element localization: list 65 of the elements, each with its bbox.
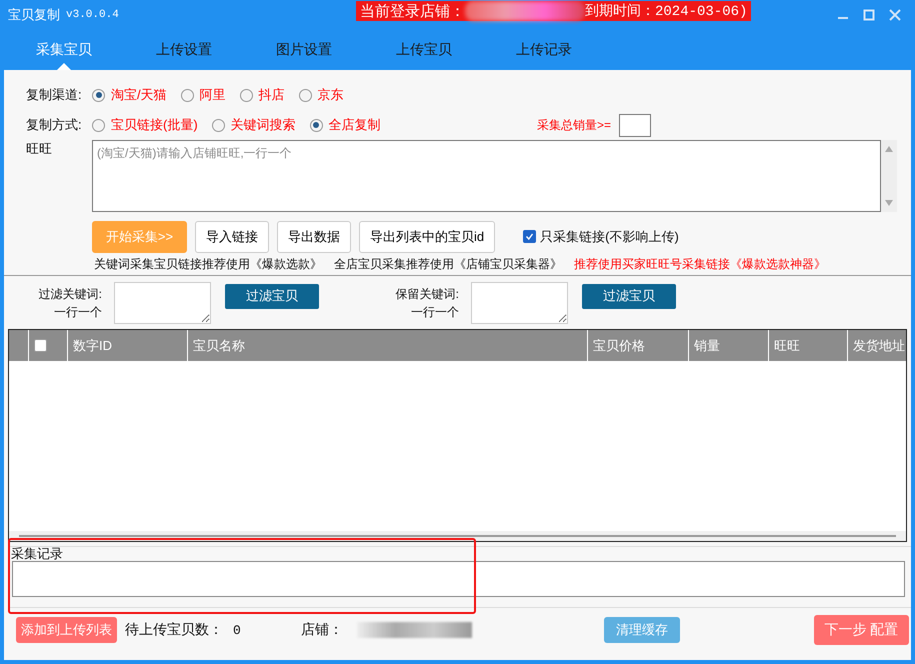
version-label: v3.0.0.4 [66, 9, 119, 21]
field-label: 采集总销量>= [536, 116, 611, 134]
option-label: 淘宝/天猫 [111, 86, 167, 104]
filter-label: 过滤关键词: [38, 286, 102, 302]
radio-button[interactable] [240, 88, 253, 102]
clear-button[interactable]: 清理缓存 [604, 617, 680, 643]
log-title: 采集记录 [11, 545, 64, 561]
filter-label: 保留关键词: [396, 286, 459, 302]
option-label: 宝贝链接(批量) [111, 116, 198, 134]
column-header[interactable]: 旺旺 [768, 330, 847, 361]
column-header[interactable]: 宝贝价格 [587, 330, 688, 361]
banner-label: 当前登录店铺： [360, 2, 465, 20]
action-button[interactable]: 开始采集>> [92, 220, 187, 252]
log-field[interactable] [12, 561, 905, 597]
horizontal-scrollbar[interactable] [9, 531, 906, 541]
action-button[interactable]: 导出数据 [277, 220, 351, 252]
keyword-field[interactable] [471, 282, 568, 324]
checkbox-label: 只采集链接(不影响上传) [540, 228, 679, 246]
radio-button[interactable] [298, 88, 312, 102]
column-header[interactable]: 销量 [688, 330, 768, 361]
field-label: 旺旺 [26, 140, 53, 158]
pending-label: 待上传宝贝数： [125, 621, 223, 639]
option-label: 关键词搜索 [230, 116, 296, 134]
checkbox[interactable] [523, 230, 536, 243]
radio-button[interactable] [212, 118, 225, 132]
field-label: 复制方式: [26, 116, 83, 134]
next-button[interactable]: 下一步 配置 [814, 615, 909, 645]
option-label: 阿里 [200, 86, 226, 104]
select-all-checkbox[interactable] [34, 339, 47, 352]
store-label: 店铺： [300, 621, 343, 639]
option-label: 抖店 [258, 86, 285, 104]
expiry-label: 到期时间：2024-03-06) [585, 2, 748, 20]
radio-button[interactable] [92, 118, 105, 132]
number-field[interactable] [619, 114, 651, 136]
hint-text: 推荐使用买家旺旺号采集链接《爆款选款神器》 [574, 256, 826, 272]
column-header[interactable]: 宝贝名称 [187, 330, 587, 361]
hint-text: 全店宝贝采集推荐使用《店铺宝贝采集器》 [334, 256, 562, 272]
filter-button[interactable]: 过滤宝贝 [582, 284, 676, 308]
hint-text: 关键词采集宝贝链接推荐使用《爆款选款》 [94, 256, 322, 272]
maximize-icon[interactable] [863, 9, 875, 21]
tab[interactable]: 图片设置 [244, 30, 364, 70]
filter-hint: 一行一个 [54, 304, 102, 320]
wangwang-field[interactable]: (淘宝/天猫)请输入店铺旺旺,一行一个 [92, 140, 881, 212]
close-icon[interactable] [889, 9, 901, 21]
field-label: 复制渠道: [26, 86, 83, 104]
filter-button[interactable]: 过滤宝贝 [225, 284, 319, 308]
pending-count: 0 [233, 622, 241, 638]
radio-button[interactable] [180, 88, 194, 102]
action-button[interactable]: 导出列表中的宝贝id [359, 220, 496, 252]
action-button[interactable]: 导入链接 [195, 220, 269, 252]
tab[interactable]: 上传宝贝 [364, 30, 484, 70]
column-header[interactable]: 数字ID [67, 330, 187, 361]
option-label: 全店复制 [328, 116, 381, 134]
vertical-scrollbar[interactable] [881, 140, 897, 212]
tab[interactable]: 上传记录 [484, 30, 604, 70]
filter-hint: 一行一个 [411, 304, 459, 320]
radio-button[interactable] [310, 118, 323, 132]
radio-button[interactable] [92, 88, 105, 102]
check-icon [525, 232, 534, 241]
keyword-field[interactable] [114, 282, 211, 324]
add-button[interactable]: 添加到上传列表 [16, 617, 117, 643]
window-title: 宝贝复制 [8, 6, 60, 24]
option-label: 京东 [318, 86, 344, 104]
column-header[interactable]: 发货地址 [847, 330, 906, 361]
tab[interactable]: 上传设置 [124, 30, 244, 70]
